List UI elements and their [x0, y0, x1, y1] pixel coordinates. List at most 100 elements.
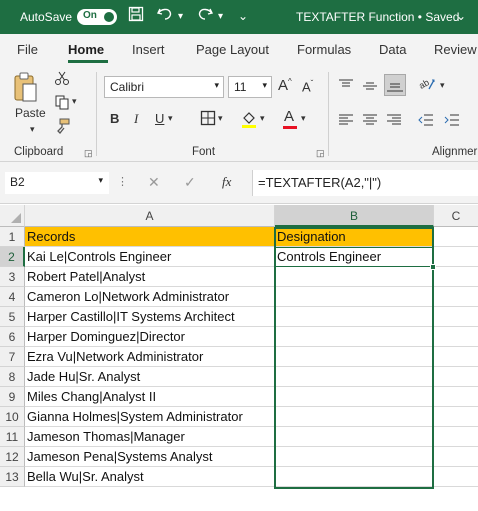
tab-data[interactable]: Data: [379, 42, 406, 57]
cell-empty[interactable]: [434, 467, 478, 487]
align-center-icon[interactable]: [362, 112, 378, 131]
borders-dropdown-icon[interactable]: ▾: [218, 113, 223, 124]
cell-record[interactable]: Ezra Vu|Network Administrator: [25, 347, 275, 367]
fill-color-icon[interactable]: [240, 110, 258, 131]
cell-empty[interactable]: [434, 227, 478, 247]
row-header[interactable]: 6: [0, 327, 25, 347]
align-bottom-icon[interactable]: [384, 74, 406, 96]
formula-input[interactable]: =TEXTAFTER(A2,"|"): [252, 170, 478, 196]
paste-icon[interactable]: [12, 72, 38, 107]
align-left-icon[interactable]: [338, 112, 354, 131]
fill-handle[interactable]: [430, 264, 436, 270]
cell-designation[interactable]: [275, 447, 434, 467]
cell-empty[interactable]: [434, 327, 478, 347]
row-header[interactable]: 5: [0, 307, 25, 327]
align-right-icon[interactable]: [386, 112, 402, 131]
customize-icon[interactable]: ⌄: [238, 9, 248, 23]
cell-record[interactable]: Miles Chang|Analyst II: [25, 387, 275, 407]
tab-home[interactable]: Home: [68, 42, 104, 57]
row-header[interactable]: 13: [0, 467, 25, 487]
row-header[interactable]: 12: [0, 447, 25, 467]
cancel-icon[interactable]: ✕: [148, 174, 160, 191]
save-icon[interactable]: [128, 6, 144, 27]
cell-record[interactable]: Cameron Lo|Network Administrator: [25, 287, 275, 307]
borders-icon[interactable]: [200, 110, 216, 129]
row-header[interactable]: 10: [0, 407, 25, 427]
font-color-icon[interactable]: A: [283, 108, 297, 129]
cell-record[interactable]: Jameson Pena|Systems Analyst: [25, 447, 275, 467]
bold-icon[interactable]: B: [110, 111, 119, 126]
font-launcher-icon[interactable]: ◲: [316, 148, 325, 159]
row-header[interactable]: 4: [0, 287, 25, 307]
cell-empty[interactable]: [434, 447, 478, 467]
cell-empty[interactable]: [434, 267, 478, 287]
row-header[interactable]: 8: [0, 367, 25, 387]
copy-dropdown-icon[interactable]: ▾: [72, 96, 77, 107]
row-header[interactable]: 9: [0, 387, 25, 407]
increase-font-icon[interactable]: A^: [278, 77, 292, 94]
cell-record[interactable]: Jameson Thomas|Manager: [25, 427, 275, 447]
fill-color-dropdown-icon[interactable]: ▾: [260, 113, 265, 124]
column-header-b[interactable]: B: [275, 205, 434, 227]
redo-icon[interactable]: [196, 6, 214, 27]
header-cell-records[interactable]: Records: [25, 227, 275, 247]
cell-record[interactable]: Harper Castillo|IT Systems Architect: [25, 307, 275, 327]
cell-designation[interactable]: [275, 267, 434, 287]
cell-designation[interactable]: [275, 407, 434, 427]
cell-record[interactable]: Harper Dominguez|Director: [25, 327, 275, 347]
decrease-indent-icon[interactable]: [418, 112, 434, 131]
row-header[interactable]: 1: [0, 227, 25, 247]
tab-formulas[interactable]: Formulas: [297, 42, 351, 57]
undo-dropdown-icon[interactable]: ▾: [178, 11, 183, 22]
cell-empty[interactable]: [434, 347, 478, 367]
cell-record[interactable]: Bella Wu|Sr. Analyst: [25, 467, 275, 487]
row-header[interactable]: 7: [0, 347, 25, 367]
cell-empty[interactable]: [434, 307, 478, 327]
cell-record[interactable]: Gianna Holmes|System Administrator: [25, 407, 275, 427]
row-header[interactable]: 11: [0, 427, 25, 447]
autosave-toggle[interactable]: On: [77, 9, 117, 25]
cell-empty[interactable]: [434, 367, 478, 387]
font-color-dropdown-icon[interactable]: ▾: [301, 113, 306, 124]
tab-review[interactable]: Review: [434, 42, 477, 57]
clipboard-launcher-icon[interactable]: ◲: [84, 148, 93, 159]
align-top-icon[interactable]: [338, 78, 354, 97]
redo-dropdown-icon[interactable]: ▾: [218, 11, 223, 22]
cell-empty[interactable]: [434, 387, 478, 407]
italic-icon[interactable]: I: [134, 111, 138, 127]
enter-icon[interactable]: ✓: [184, 174, 196, 191]
cell-designation[interactable]: [275, 387, 434, 407]
undo-icon[interactable]: [156, 6, 174, 27]
cell-empty[interactable]: [434, 247, 478, 267]
align-middle-icon[interactable]: [362, 78, 378, 97]
title-dropdown-icon[interactable]: ⌄: [456, 9, 466, 23]
cut-icon[interactable]: [54, 70, 70, 89]
cell-designation[interactable]: [275, 327, 434, 347]
cell-designation[interactable]: [275, 287, 434, 307]
cell-empty[interactable]: [434, 407, 478, 427]
cell-designation[interactable]: [275, 307, 434, 327]
underline-dropdown-icon[interactable]: ▾: [168, 113, 173, 124]
tab-insert[interactable]: Insert: [132, 42, 165, 57]
font-name-select[interactable]: Calibri ▾: [104, 76, 224, 98]
cell-empty[interactable]: [434, 427, 478, 447]
paste-label[interactable]: Paste: [15, 106, 46, 120]
paste-dropdown-icon[interactable]: ▾: [30, 124, 35, 135]
increase-indent-icon[interactable]: [444, 112, 460, 131]
row-header[interactable]: 3: [0, 267, 25, 287]
column-header-c[interactable]: C: [434, 205, 478, 227]
font-size-select[interactable]: 11 ▾: [228, 76, 272, 98]
select-all-corner[interactable]: [0, 205, 25, 227]
cell-record[interactable]: Robert Patel|Analyst: [25, 267, 275, 287]
orientation-icon[interactable]: ab: [417, 76, 436, 95]
underline-icon[interactable]: U: [155, 111, 164, 126]
cell-designation[interactable]: [275, 367, 434, 387]
tab-page-layout[interactable]: Page Layout: [196, 42, 269, 57]
cell-designation[interactable]: [275, 467, 434, 487]
header-cell-designation[interactable]: Designation: [275, 227, 434, 247]
copy-icon[interactable]: [54, 94, 70, 113]
cell-designation[interactable]: [275, 347, 434, 367]
column-header-a[interactable]: A: [25, 205, 275, 227]
cell-record[interactable]: Kai Le|Controls Engineer: [25, 247, 275, 267]
cell-designation[interactable]: Controls Engineer: [275, 247, 434, 267]
